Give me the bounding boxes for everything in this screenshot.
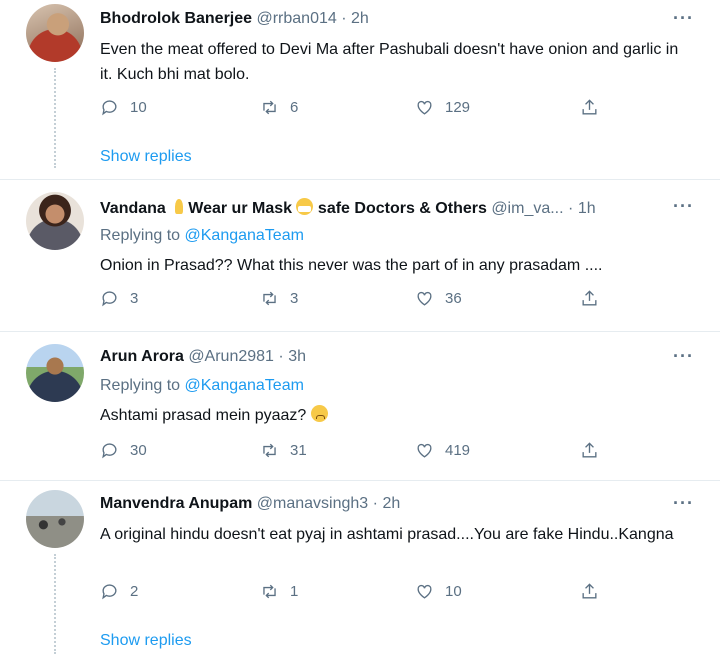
replying-to: Replying to @KanganaTeam bbox=[100, 227, 304, 245]
timestamp[interactable]: 2h bbox=[351, 10, 369, 27]
reply-button[interactable]: 30 bbox=[100, 441, 147, 460]
replying-to-link[interactable]: @KanganaTeam bbox=[185, 227, 304, 244]
reply-button[interactable]: 10 bbox=[100, 98, 147, 117]
tweet-actions: 3 3 36 bbox=[100, 289, 620, 313]
separator: · bbox=[568, 200, 574, 217]
retweet-button[interactable]: 31 bbox=[260, 441, 307, 460]
author-name-part1[interactable]: Vandana bbox=[100, 200, 166, 217]
reply-count: 30 bbox=[130, 442, 147, 459]
more-icon[interactable]: ··· bbox=[673, 196, 694, 217]
reply-icon bbox=[102, 100, 117, 116]
replying-prefix: Replying to bbox=[100, 377, 181, 394]
like-count: 419 bbox=[445, 442, 471, 459]
share-button[interactable] bbox=[580, 289, 599, 308]
retweet-count: 31 bbox=[290, 442, 307, 459]
retweet-icon bbox=[263, 443, 276, 458]
reply-icon bbox=[102, 584, 117, 600]
like-count: 10 bbox=[445, 583, 462, 600]
reply-icon bbox=[102, 443, 117, 459]
more-icon[interactable]: ··· bbox=[673, 8, 694, 29]
retweet-icon bbox=[263, 291, 276, 306]
tweet-text: Ashtami prasad mein pyaaz? bbox=[100, 407, 307, 424]
reply-icon bbox=[102, 291, 117, 307]
share-button[interactable] bbox=[580, 582, 599, 601]
retweet-button[interactable]: 6 bbox=[260, 98, 298, 117]
divider bbox=[0, 480, 720, 481]
like-button[interactable]: 419 bbox=[415, 441, 470, 460]
retweet-icon bbox=[263, 584, 276, 599]
author-handle[interactable]: @manavsingh3 bbox=[257, 495, 368, 512]
author-name-part2[interactable]: Wear ur Mask bbox=[188, 200, 292, 217]
more-icon[interactable]: ··· bbox=[673, 346, 694, 367]
reply-count: 10 bbox=[130, 99, 147, 116]
author-name-part3[interactable]: safe Doctors & Others bbox=[318, 200, 487, 217]
share-button[interactable] bbox=[580, 441, 599, 460]
timestamp[interactable]: 3h bbox=[288, 348, 306, 365]
author-handle[interactable]: @rrban014 bbox=[256, 10, 336, 27]
retweet-count: 3 bbox=[290, 290, 299, 307]
tweet-header: Arun Arora @Arun2981 · 3h bbox=[100, 348, 306, 366]
folded-hands-emoji-icon bbox=[170, 198, 188, 215]
share-icon bbox=[582, 583, 597, 599]
avatar[interactable] bbox=[26, 490, 84, 548]
avatar[interactable] bbox=[26, 192, 84, 250]
show-replies-link[interactable]: Show replies bbox=[100, 148, 192, 166]
divider bbox=[0, 179, 720, 180]
reply-count: 2 bbox=[130, 583, 139, 600]
tweet-text-container: Ashtami prasad mein pyaaz? bbox=[100, 403, 700, 428]
tweet-text: Even the meat offered to Devi Ma after P… bbox=[100, 41, 679, 83]
author-name[interactable]: Bhodrolok Banerjee bbox=[100, 10, 252, 27]
tweet-header: Manvendra Anupam @manavsingh3 · 2h bbox=[100, 495, 400, 513]
tweet-text: A original hindu doesn't eat pyaj in ash… bbox=[100, 526, 674, 543]
retweet-count: 1 bbox=[290, 583, 299, 600]
tweet-actions: 10 6 129 bbox=[100, 98, 620, 122]
separator: · bbox=[278, 348, 284, 365]
tweet-header: Bhodrolok Banerjee @rrban014 · 2h bbox=[100, 10, 369, 28]
divider bbox=[0, 331, 720, 332]
timestamp[interactable]: 1h bbox=[578, 200, 596, 217]
share-button[interactable] bbox=[580, 98, 599, 117]
author-name[interactable]: Arun Arora bbox=[100, 348, 184, 365]
show-replies-link[interactable]: Show replies bbox=[100, 632, 192, 650]
thread-line bbox=[54, 554, 56, 654]
like-count: 36 bbox=[445, 290, 462, 307]
reply-button[interactable]: 3 bbox=[100, 289, 138, 308]
mask-emoji-icon bbox=[296, 198, 314, 215]
replying-to-link[interactable]: @KanganaTeam bbox=[185, 377, 304, 394]
tweet-text: Onion in Prasad?? What this never was th… bbox=[100, 257, 603, 274]
author-name[interactable]: Manvendra Anupam bbox=[100, 495, 252, 512]
retweet-count: 6 bbox=[290, 99, 299, 116]
share-icon bbox=[582, 442, 597, 458]
share-icon bbox=[582, 99, 597, 115]
separator: · bbox=[341, 10, 347, 27]
heart-icon bbox=[417, 100, 432, 115]
thread-line bbox=[54, 68, 56, 168]
tweet-actions: 2 1 10 bbox=[100, 582, 620, 606]
avatar[interactable] bbox=[26, 344, 84, 402]
author-handle[interactable]: @im_va... bbox=[491, 200, 563, 217]
timestamp[interactable]: 2h bbox=[382, 495, 400, 512]
retweet-icon bbox=[263, 100, 276, 115]
heart-icon bbox=[417, 291, 432, 306]
tweet-header: Vandana Wear ur Mask safe Doctors & Othe… bbox=[100, 198, 596, 218]
reply-count: 3 bbox=[130, 290, 139, 307]
author-handle[interactable]: @Arun2981 bbox=[188, 348, 274, 365]
replying-prefix: Replying to bbox=[100, 227, 181, 244]
like-button[interactable]: 129 bbox=[415, 98, 470, 117]
avatar[interactable] bbox=[26, 4, 84, 62]
heart-icon bbox=[417, 443, 432, 458]
separator: · bbox=[372, 495, 378, 512]
more-icon[interactable]: ··· bbox=[673, 493, 694, 514]
reply-button[interactable]: 2 bbox=[100, 582, 138, 601]
share-icon bbox=[582, 290, 597, 306]
heart-icon bbox=[417, 584, 432, 599]
replying-to: Replying to @KanganaTeam bbox=[100, 377, 304, 395]
worried-face-emoji-icon bbox=[310, 405, 328, 422]
like-button[interactable]: 36 bbox=[415, 289, 462, 308]
like-button[interactable]: 10 bbox=[415, 582, 462, 601]
like-count: 129 bbox=[445, 99, 471, 116]
tweet-actions: 30 31 419 bbox=[100, 441, 620, 465]
retweet-button[interactable]: 1 bbox=[260, 582, 298, 601]
retweet-button[interactable]: 3 bbox=[260, 289, 298, 308]
